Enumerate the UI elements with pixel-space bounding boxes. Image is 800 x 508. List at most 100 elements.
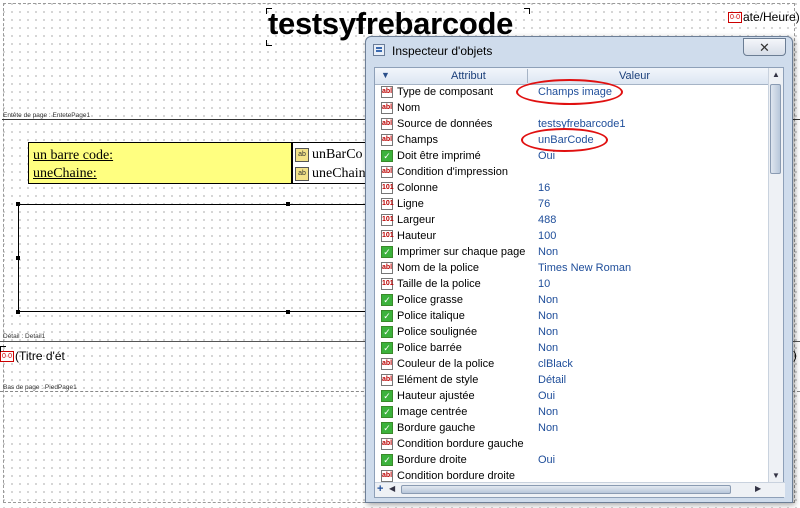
labels-box[interactable]: un barre code: uneChaine: [28,142,292,184]
numeric-property-icon: 101 [381,278,394,290]
scroll-thumb[interactable] [770,84,781,174]
boolean-property-icon: ✓ [381,326,393,338]
highlight-ellipse-type [516,79,623,105]
property-value[interactable]: Non [538,324,558,340]
property-value[interactable]: Oui [538,452,555,468]
numeric-property-icon: 101 [381,198,394,210]
property-row[interactable]: ✓ Police grasse Non [375,292,769,308]
property-row[interactable]: ✓ Police italique Non [375,308,769,324]
property-row[interactable]: 101 Largeur 488 [375,212,769,228]
scroll-left-icon[interactable]: ◀ [389,484,395,493]
date-time-label: ate/Heure) [743,10,800,24]
close-button[interactable]: ✕ [743,38,786,56]
property-label: Doit être imprimé [397,150,481,162]
resize-handle[interactable] [16,310,20,314]
property-label: Police italique [397,310,465,322]
expand-icon[interactable]: + [377,483,383,495]
resize-handle[interactable] [16,202,20,206]
property-row[interactable]: abl Elément de style Détail [375,372,769,388]
property-value[interactable]: Non [538,404,558,420]
date-time-field[interactable]: 0·0 ate/Heure) [728,10,800,24]
variable-icon: 0·0 [0,351,14,363]
resize-handle[interactable] [286,310,290,314]
property-row[interactable]: 101 Ligne 76 [375,196,769,212]
property-value[interactable]: Times New Roman [538,260,631,276]
column-separator[interactable] [527,69,528,83]
text-property-icon: abl [381,358,393,370]
property-row[interactable]: ✓ Bordure droite Oui [375,452,769,468]
property-row[interactable]: 101 Colonne 16 [375,180,769,196]
property-value[interactable]: 76 [538,196,550,212]
property-value[interactable]: Détail [538,372,566,388]
text-property-icon: abl [381,262,393,274]
selection-corner [266,40,272,46]
scroll-up-icon[interactable]: ▲ [770,69,782,81]
property-label: Bordure gauche [397,422,476,434]
property-row[interactable]: ✓ Bordure gauche Non [375,420,769,436]
sort-arrow-icon[interactable]: ▼ [381,70,390,80]
property-value[interactable]: Non [538,340,558,356]
property-value[interactable]: Non [538,420,558,436]
property-value[interactable]: 100 [538,228,556,244]
field-icon: ab [295,147,309,162]
property-label: Elément de style [397,374,479,386]
property-row[interactable]: ✓ Imprimer sur chaque page Non [375,244,769,260]
text-property-icon: abl [381,134,393,146]
property-label: Champs [397,134,438,146]
barcode-image-field[interactable] [18,204,370,312]
property-label: Ligne [397,198,424,210]
field-string[interactable]: ab uneChain [295,166,366,182]
text-property-icon: abl [381,438,393,450]
hscroll-thumb[interactable] [401,485,731,494]
property-label: Police grasse [397,294,464,306]
property-value[interactable]: clBlack [538,356,573,372]
property-label: Source de données [397,118,493,130]
field-barcode[interactable]: ab unBarCo [295,147,363,163]
property-value[interactable]: Non [538,292,558,308]
highlight-ellipse-field [521,128,608,152]
property-row[interactable]: 101 Taille de la police 10 [375,276,769,292]
text-property-icon: abl [381,166,393,178]
column-value: Valeur [619,70,650,82]
property-row[interactable]: ✓ Police soulignée Non [375,324,769,340]
resize-handle[interactable] [286,202,290,206]
property-row[interactable]: abl Nom de la police Times New Roman [375,260,769,276]
horizontal-scrollbar[interactable]: + ◀ ▶ [375,482,785,497]
property-value[interactable]: Oui [538,388,555,404]
property-row[interactable]: abl Condition bordure gauche [375,436,769,452]
object-inspector-window[interactable]: Inspecteur d'objets ✕ ▼ Attribut Valeur … [365,36,793,503]
scroll-down-icon[interactable]: ▼ [770,470,782,482]
scroll-right-icon[interactable]: ▶ [755,484,761,493]
property-row[interactable]: abl Couleur de la police clBlack [375,356,769,372]
selection-corner [266,8,272,14]
fields-box[interactable]: ab unBarCo ab uneChain [292,142,372,184]
variable-icon: 0·0 [728,12,742,24]
property-row[interactable]: ✓ Image centrée Non [375,404,769,420]
property-value[interactable]: 10 [538,276,550,292]
report-title-field[interactable]: 0·0 (Titre d'ét [0,349,65,363]
property-row[interactable]: 101 Hauteur 100 [375,228,769,244]
property-row[interactable]: ✓ Hauteur ajustée Oui [375,388,769,404]
resize-handle[interactable] [16,256,20,260]
property-label: Colonne [397,182,438,194]
boolean-property-icon: ✓ [381,422,393,434]
property-value[interactable]: 16 [538,180,550,196]
property-row[interactable]: ✓ Police barrée Non [375,340,769,356]
property-label: Condition bordure gauche [397,438,524,450]
titre-label: (Titre d'ét [15,349,65,363]
boolean-property-icon: ✓ [381,310,393,322]
boolean-property-icon: ✓ [381,390,393,402]
boolean-property-icon: ✓ [381,150,393,162]
property-row[interactable]: abl Condition d'impression [375,164,769,180]
property-label: Nom de la police [397,262,479,274]
property-value[interactable]: Non [538,244,558,260]
property-value[interactable]: Non [538,308,558,324]
property-value[interactable]: 488 [538,212,556,228]
numeric-property-icon: 101 [381,214,394,226]
property-label: Largeur [397,214,435,226]
vertical-scrollbar[interactable]: ▲ ▼ [768,68,783,483]
field-icon: ab [295,166,309,181]
column-attribute: Attribut [451,70,486,82]
property-label: Image centrée [397,406,468,418]
property-label: Taille de la police [397,278,481,290]
